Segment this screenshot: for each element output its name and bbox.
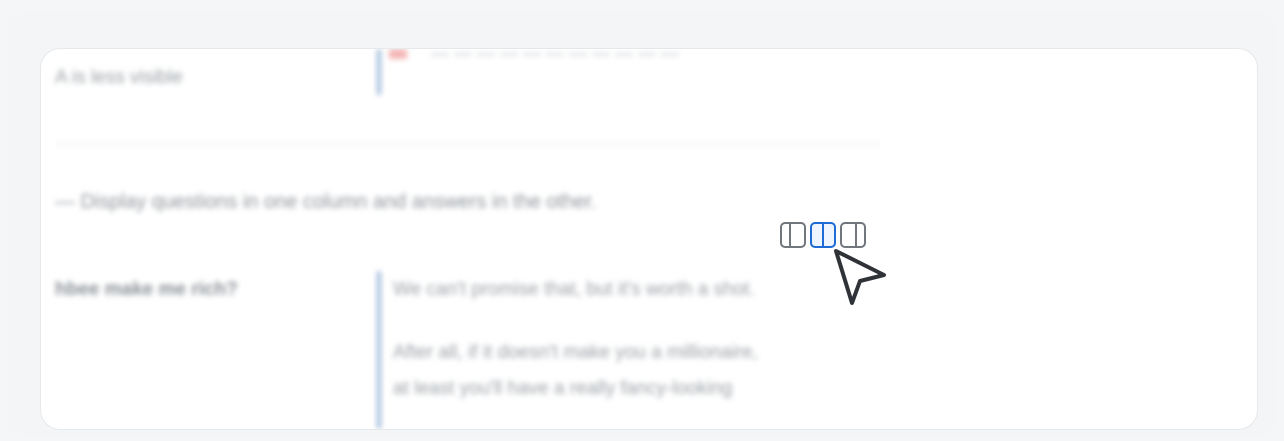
mouse-pointer-icon	[834, 249, 886, 305]
answer-divider-top	[377, 49, 381, 95]
answer-divider	[377, 271, 381, 429]
panel-shell: — — — — — — — — — — — A is less visible …	[8, 10, 1276, 438]
red-marker	[389, 49, 407, 59]
section-divider	[55, 143, 881, 145]
blurred-content: — — — — — — — — — — — A is less visible …	[41, 49, 1257, 429]
top-text-fragment: — — — — — — — — — — —	[431, 48, 680, 63]
answer-line-2: After all, if it doesn't make you a mill…	[393, 342, 758, 363]
preview-frame: — — — — — — — — — — — A is less visible …	[40, 48, 1258, 430]
question-text: hbee make me rich?	[55, 279, 238, 300]
layout-left-icon[interactable]	[780, 222, 806, 248]
section-description: — Display questions in one column and an…	[55, 191, 597, 213]
answer-line-1: We can't promise that, but it's worth a …	[393, 279, 755, 300]
row-label: A is less visible	[55, 67, 183, 88]
answer-line-3: at least you'll have a really fancy-look…	[393, 378, 733, 399]
